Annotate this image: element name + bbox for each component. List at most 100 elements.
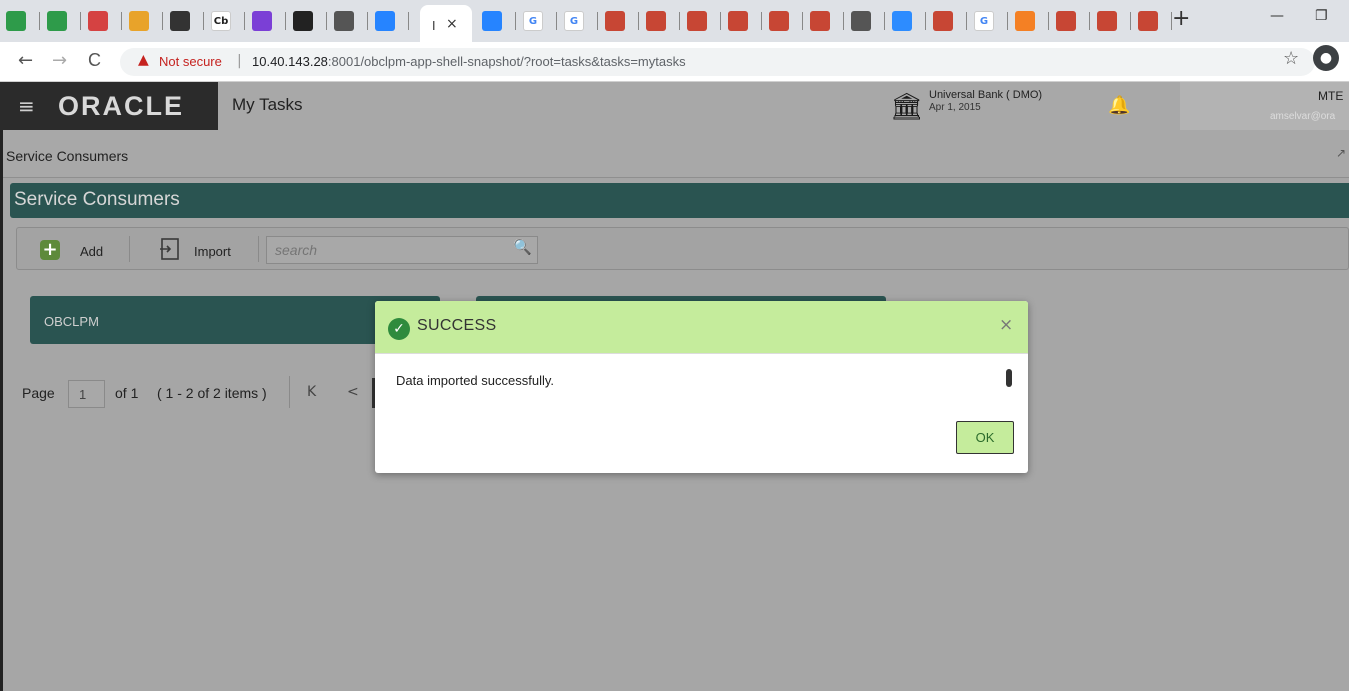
oracle-icon[interactable]	[769, 11, 789, 31]
dialog-header: ✓ SUCCESS ×	[375, 301, 1028, 354]
tab-separator	[966, 12, 967, 30]
profile-icon[interactable]: ●	[1313, 45, 1339, 71]
search-icon[interactable]: 🔍	[513, 238, 532, 256]
warning-icon: ▲	[138, 52, 149, 68]
tab-separator	[1007, 12, 1008, 30]
page-number-input[interactable]	[68, 380, 105, 408]
card-label: OBCLPM	[44, 314, 99, 329]
book-icon[interactable]	[88, 11, 108, 31]
tab-separator	[802, 12, 803, 30]
bell-icon[interactable]: 🔔	[1108, 95, 1130, 116]
success-dialog: ✓ SUCCESS × Data imported successfully. …	[375, 301, 1028, 473]
oracle-icon[interactable]	[933, 11, 953, 31]
tab-separator	[597, 12, 598, 30]
tab-separator	[515, 12, 516, 30]
image-icon[interactable]	[6, 11, 26, 31]
tab-separator	[203, 12, 204, 30]
check-icon: ✓	[388, 318, 410, 340]
cb-icon[interactable]: Cb	[211, 11, 231, 31]
bookmark-star-icon[interactable]: ☆	[1283, 48, 1299, 69]
minimize-icon[interactable]: —	[1270, 8, 1284, 24]
active-tab-title: I	[432, 19, 436, 33]
hamburger-menu-icon[interactable]: ≡	[18, 94, 35, 118]
page-label: Page	[22, 385, 55, 401]
oracle-icon[interactable]	[810, 11, 830, 31]
panel-header	[10, 183, 1349, 218]
panel-title: Service Consumers	[14, 189, 180, 210]
tab-separator	[720, 12, 721, 30]
address-bar: ← → C ▲ Not secure | 10.40.143.28:8001/o…	[0, 42, 1349, 82]
tab-separator	[925, 12, 926, 30]
tab-separator	[761, 12, 762, 30]
close-icon[interactable]: ×	[999, 315, 1013, 335]
active-tab[interactable]: I ×	[420, 5, 472, 42]
breadcrumb: Service Consumers	[6, 148, 129, 164]
page-of-label: of 1	[115, 385, 139, 401]
globe-icon[interactable]	[851, 11, 871, 31]
user-name[interactable]: MTE	[1318, 89, 1343, 103]
tab-separator	[285, 12, 286, 30]
dialog-scrollbar[interactable]	[1006, 369, 1012, 387]
tab-separator	[1130, 12, 1131, 30]
oracle-icon[interactable]	[687, 11, 707, 31]
prev-page-button[interactable]: <	[347, 384, 359, 400]
not-secure-label: Not secure	[159, 54, 222, 69]
dialog-title: SUCCESS	[417, 317, 497, 334]
oracle-icon[interactable]	[728, 11, 748, 31]
toolbar-divider	[129, 236, 130, 262]
url-field[interactable]: ▲ Not secure | 10.40.143.28:8001/obclpm-…	[120, 48, 1315, 76]
confluence-icon[interactable]	[375, 11, 395, 31]
tab-separator	[638, 12, 639, 30]
add-icon[interactable]: +	[40, 240, 60, 260]
zoom-icon[interactable]	[892, 11, 912, 31]
tab-separator	[679, 12, 680, 30]
import-icon[interactable]	[158, 237, 182, 261]
pin-icon[interactable]: ↗	[1336, 146, 1346, 160]
github-icon[interactable]	[293, 11, 313, 31]
confluence-icon[interactable]	[482, 11, 502, 31]
terminal-icon[interactable]	[170, 11, 190, 31]
ok-button[interactable]: OK	[956, 421, 1014, 454]
tab-separator	[39, 12, 40, 30]
items-count: ( 1 - 2 of 2 items )	[157, 385, 267, 401]
google-icon[interactable]: G	[974, 11, 994, 31]
dialog-message: Data imported successfully.	[396, 373, 554, 388]
tab-separator	[884, 12, 885, 30]
oracle-icon[interactable]	[605, 11, 625, 31]
reload-icon[interactable]: C	[88, 50, 101, 71]
tab-close-icon[interactable]: ×	[446, 16, 458, 32]
left-edge-border	[0, 130, 3, 691]
first-page-button[interactable]: K	[307, 384, 316, 400]
browser-tab-strip: Cb I × G G G + — ❐	[0, 0, 1349, 42]
oracle-icon[interactable]	[646, 11, 666, 31]
url-host: 10.40.143.28	[252, 54, 328, 69]
import-button[interactable]: Import	[194, 244, 231, 259]
stackoverflow-icon[interactable]	[1015, 11, 1035, 31]
image-icon[interactable]	[47, 11, 67, 31]
globe-icon[interactable]	[334, 11, 354, 31]
oracle-icon[interactable]	[1097, 11, 1117, 31]
oracle-logo: ORACLE	[58, 91, 184, 121]
search-input[interactable]	[266, 236, 538, 264]
oracle-icon[interactable]	[1056, 11, 1076, 31]
tab-separator	[843, 12, 844, 30]
restore-icon[interactable]: ❐	[1315, 8, 1328, 24]
google-icon[interactable]: G	[564, 11, 584, 31]
back-icon[interactable]: ←	[18, 50, 33, 71]
tab-separator	[121, 12, 122, 30]
google-icon[interactable]: G	[523, 11, 543, 31]
bank-name: Universal Bank ( DMO)	[929, 89, 1043, 101]
tab-separator	[367, 12, 368, 30]
play-icon[interactable]	[252, 11, 272, 31]
new-tab-button[interactable]: +	[1172, 6, 1190, 31]
page-title: My Tasks	[232, 95, 303, 114]
toolbar-divider	[258, 236, 259, 262]
tab-separator	[1048, 12, 1049, 30]
tab-separator	[326, 12, 327, 30]
user-email: amselvar@ora	[1270, 111, 1336, 122]
url-path: :8001/obclpm-app-shell-snapshot/?root=ta…	[327, 54, 686, 69]
oracle-icon[interactable]	[1138, 11, 1158, 31]
asterisk-icon[interactable]	[129, 11, 149, 31]
forward-icon[interactable]: →	[52, 50, 67, 71]
add-button[interactable]: Add	[80, 244, 103, 259]
